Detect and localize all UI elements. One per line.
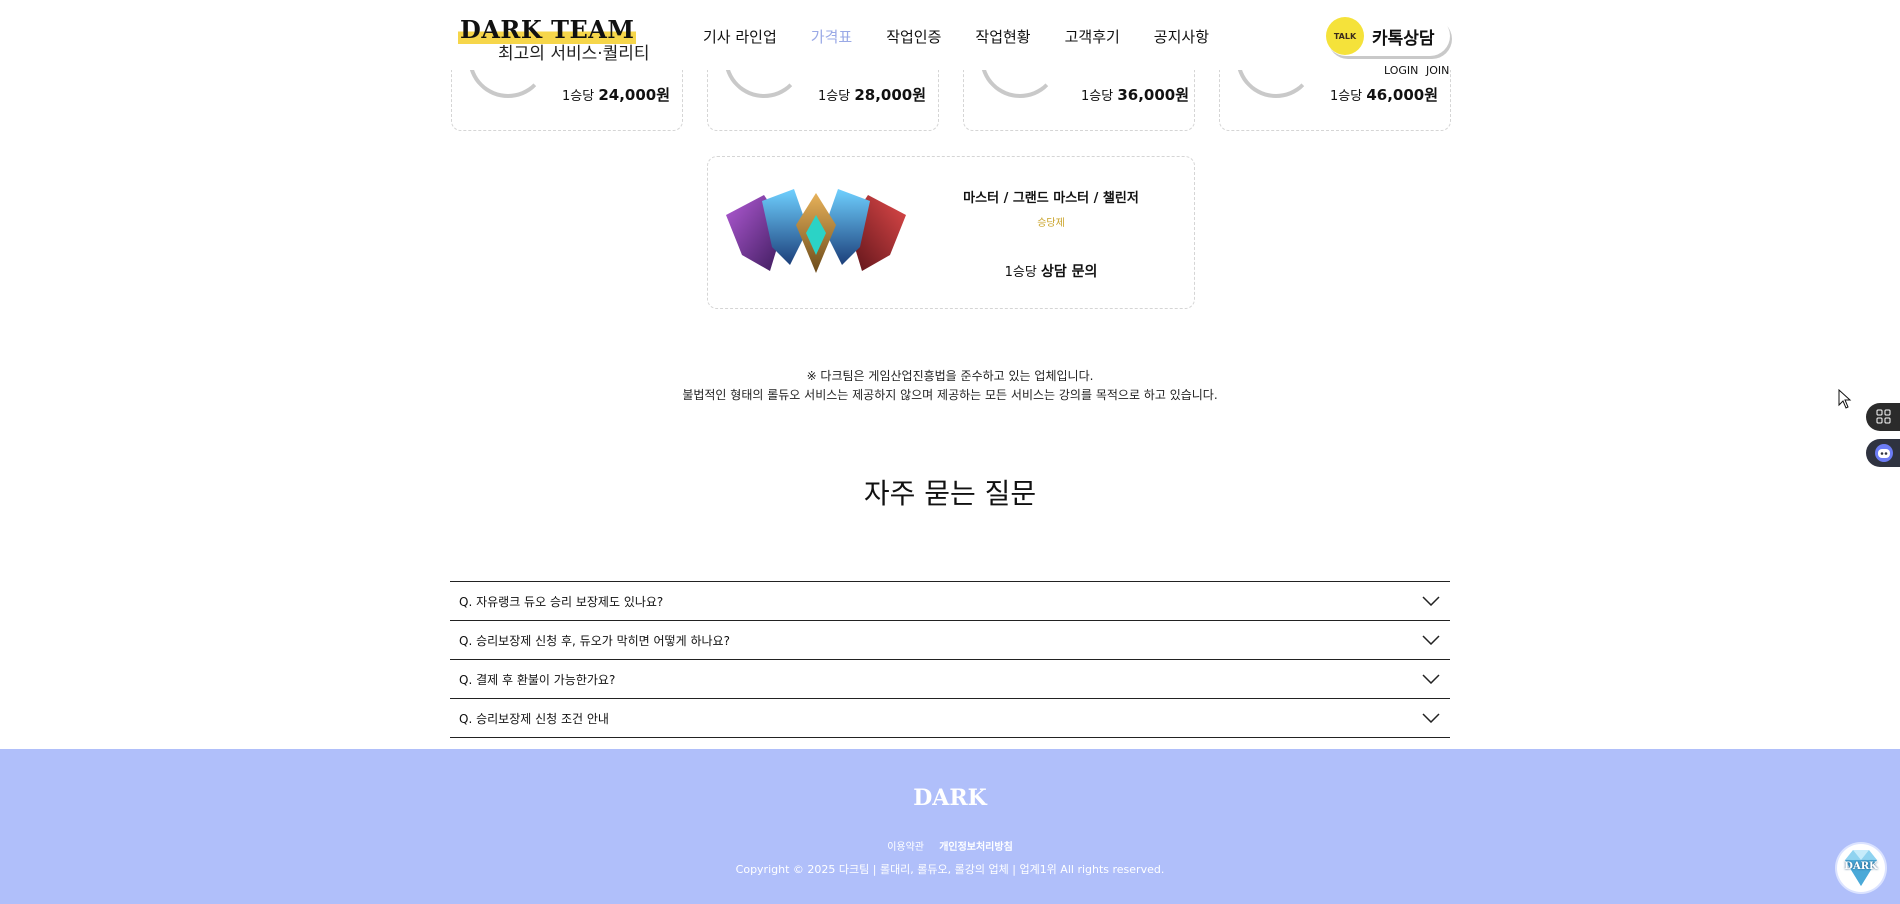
quick-menu-button[interactable] xyxy=(1866,403,1900,431)
dark-diamond-button[interactable]: DARK xyxy=(1837,844,1885,892)
mouse-cursor-icon xyxy=(1838,389,1852,409)
footer-logo: DARK xyxy=(913,785,987,811)
price-value: 24,000원 xyxy=(598,86,671,104)
nav-reviews[interactable]: 고객후기 xyxy=(1065,26,1120,47)
logo-subtitle: 최고의 서비스·퀄리티 xyxy=(498,44,650,64)
price-unit: 1승당 xyxy=(562,89,595,104)
diamond-badge-text: DARK xyxy=(1844,861,1878,872)
copyright: Copyright © 2025 다크팀 | 롤대리, 롤듀오, 롤강의 업체 … xyxy=(735,863,1165,876)
nav-lineup[interactable]: 기사 라인업 xyxy=(703,26,777,47)
site-logo[interactable]: DARK TEAM 최고의 서비스·퀄리티 xyxy=(458,16,658,64)
master-title: 마스터 / 그랜드 마스터 / 챌린저 xyxy=(963,191,1139,206)
nav-proof[interactable]: 작업인증 xyxy=(886,26,941,47)
master-badge: 승당제 xyxy=(1037,218,1065,229)
price-card-price: 1승당 24,000원 xyxy=(562,84,670,105)
price-unit: 1승당 xyxy=(818,89,851,104)
faq-question: Q. 승리보장제 신청 후, 듀오가 막히면 어떻게 하나요? xyxy=(459,633,730,648)
faq-item[interactable]: Q. 승리보장제 신청 조건 안내 xyxy=(450,698,1450,738)
chevron-down-icon xyxy=(1422,713,1440,723)
grid-icon xyxy=(1876,409,1891,424)
nav-price[interactable]: 가격표 xyxy=(811,26,852,47)
faq-question: Q. 결제 후 환불이 가능한가요? xyxy=(459,672,616,687)
faq-question: Q. 승리보장제 신청 조건 안내 xyxy=(459,711,609,726)
kakao-consult-label: 카톡상담 xyxy=(1372,28,1435,49)
price-value: 상담 문의 xyxy=(1040,264,1098,280)
footer-links: 이용약관 개인정보처리방침 xyxy=(0,838,1900,853)
faq-item[interactable]: Q. 자유랭크 듀오 승리 보장제도 있나요? xyxy=(450,581,1450,620)
price-card-price: 1승당 36,000원 xyxy=(1081,84,1189,105)
chevron-down-icon xyxy=(1422,674,1440,684)
chatbot-button[interactable] xyxy=(1866,439,1900,467)
price-card-price: 1승당 46,000원 xyxy=(1330,84,1438,105)
chatbot-icon xyxy=(1875,444,1893,462)
master-tier-card: 마스터 / 그랜드 마스터 / 챌린저 승당제 1승당 상담 문의 xyxy=(707,156,1195,309)
login-link[interactable]: LOGIN xyxy=(1384,64,1418,77)
kakao-badge-text: TALK xyxy=(1333,31,1357,41)
legal-notice-line-2: 불법적인 형태의 롤듀오 서비스는 제공하지 않으며 제공하는 모든 서비스는 … xyxy=(682,388,1218,402)
privacy-policy-link[interactable]: 개인정보처리방침 xyxy=(939,842,1013,853)
master-emblem-icon xyxy=(726,189,906,273)
faq-question: Q. 자유랭크 듀오 승리 보장제도 있나요? xyxy=(459,594,664,609)
chevron-down-icon xyxy=(1422,635,1440,645)
nav-notice[interactable]: 공지사항 xyxy=(1154,26,1209,47)
price-value: 46,000원 xyxy=(1366,86,1439,104)
price-card-2: 1승당 28,000원 xyxy=(707,62,939,131)
main-nav: 기사 라인업 가격표 작업인증 작업현황 고객후기 공지사항 xyxy=(703,26,1243,47)
faq-item[interactable]: Q. 승리보장제 신청 후, 듀오가 막히면 어떻게 하나요? xyxy=(450,620,1450,659)
price-card-3: 1승당 36,000원 xyxy=(963,62,1195,131)
price-value: 36,000원 xyxy=(1117,86,1190,104)
kakao-talk-icon: TALK xyxy=(1326,17,1364,55)
kakao-consult-button[interactable]: TALK 카톡상담 xyxy=(1326,16,1450,56)
price-unit: 1승당 xyxy=(1330,89,1363,104)
terms-link[interactable]: 이용약관 xyxy=(887,842,924,853)
price-card-1: 1승당 24,000원 xyxy=(451,62,683,131)
faq-title: 자주 묻는 질문 xyxy=(863,477,1037,510)
site-footer: DARK 이용약관 개인정보처리방침 Copyright © 2025 다크팀 … xyxy=(0,749,1900,904)
master-price: 1승당 상담 문의 xyxy=(908,261,1194,281)
chevron-down-icon xyxy=(1422,596,1440,606)
price-value: 28,000원 xyxy=(854,86,927,104)
nav-status[interactable]: 작업현황 xyxy=(975,26,1030,47)
legal-notice-line-1: ※ 다크팀은 게임산업진흥법을 준수하고 있는 업체입니다. xyxy=(806,369,1094,383)
price-unit: 1승당 xyxy=(1004,265,1037,280)
price-unit: 1승당 xyxy=(1081,89,1114,104)
join-link[interactable]: JOIN xyxy=(1426,64,1449,77)
price-card-price: 1승당 28,000원 xyxy=(818,84,926,105)
faq-item[interactable]: Q. 결제 후 환불이 가능한가요? xyxy=(450,659,1450,698)
site-header: DARK TEAM 최고의 서비스·퀄리티 기사 라인업 가격표 작업인증 작업… xyxy=(0,0,1900,77)
faq-list: Q. 자유랭크 듀오 승리 보장제도 있나요? Q. 승리보장제 신청 후, 듀… xyxy=(450,581,1450,738)
